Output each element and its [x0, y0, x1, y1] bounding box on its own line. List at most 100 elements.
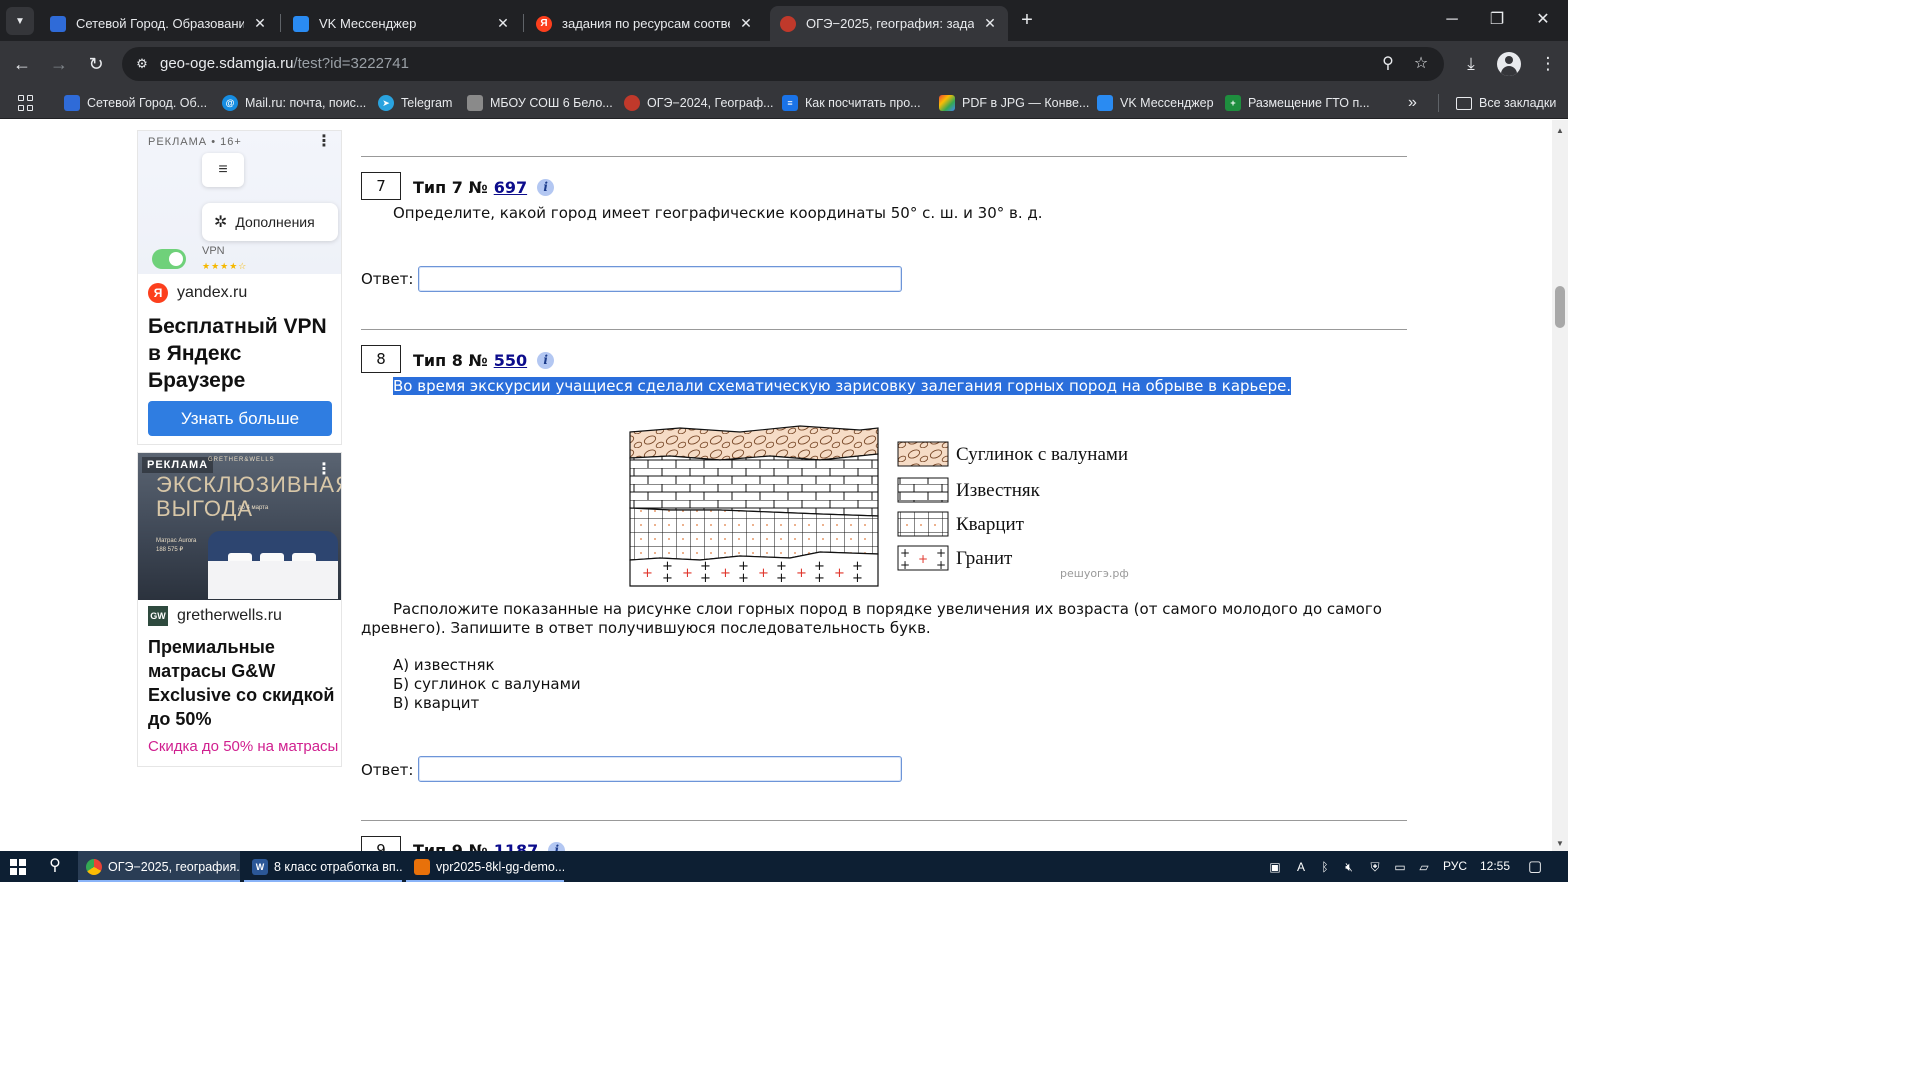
- more-bookmarks-button[interactable]: »: [1408, 93, 1417, 113]
- selected-text: Во время экскурсии учащиеся сделали схем…: [393, 377, 1292, 395]
- new-tab-button[interactable]: +: [1016, 10, 1038, 30]
- close-icon[interactable]: ✕: [738, 15, 754, 32]
- ad-image-subtitle: до 4 марта: [238, 505, 269, 511]
- bookmark-label: PDF в JPG — Конве...: [962, 96, 1090, 110]
- ad-image-brand: GRETHER&WELLS: [208, 457, 275, 463]
- gw-logo-icon: GW: [148, 606, 168, 626]
- taskbar-label: vpr2025-8kl-gg-demo...: [436, 859, 564, 874]
- info-icon[interactable]: i: [537, 179, 555, 196]
- info-icon[interactable]: i: [548, 842, 566, 851]
- close-icon[interactable]: ✕: [252, 15, 268, 32]
- tray-font-icon[interactable]: A: [1292, 858, 1310, 876]
- bookmark-label: Размещение ГТО п...: [1248, 96, 1370, 110]
- bookmark-telegram[interactable]: ➤ Telegram: [378, 93, 452, 113]
- clock-time[interactable]: 12:55: [1480, 859, 1510, 873]
- svg-text:+: +: [738, 571, 749, 586]
- answer-label: Ответ:: [361, 761, 414, 779]
- network-icon[interactable]: ▱: [1415, 858, 1433, 876]
- input-language[interactable]: РУС: [1443, 859, 1467, 873]
- reload-button[interactable]: ↻: [84, 52, 108, 76]
- ad-gretherwells[interactable]: РЕКЛАМА GRETHER&WELLS ЭКСКЛЮЗИВНАЯ ВЫГОД…: [137, 452, 342, 767]
- bookmark-label: ОГЭ−2024, Географ...: [647, 96, 774, 110]
- info-icon[interactable]: i: [537, 352, 555, 369]
- search-icon[interactable]: ⚲: [44, 855, 66, 877]
- battery-icon[interactable]: ▭: [1391, 858, 1409, 876]
- ad-image-price: Матрас Aurora 188 575 ₽: [156, 538, 197, 553]
- bookmark-calculate[interactable]: ≡ Как посчитать про...: [782, 93, 921, 113]
- bookmark-vk-messenger[interactable]: VK Мессенджер: [1097, 93, 1214, 113]
- ad-cta-button[interactable]: Узнать больше: [148, 401, 332, 436]
- apps-grid-icon[interactable]: [18, 95, 34, 111]
- bluetooth-icon[interactable]: ᛒ: [1316, 858, 1334, 876]
- tab-vk-messenger[interactable]: VK Мессенджер ✕: [283, 6, 521, 41]
- bookmark-mail-ru[interactable]: @ Mail.ru: почта, поис...: [222, 93, 366, 113]
- address-bar[interactable]: ⚙ geo-oge.sdamgia.ru/test?id=3222741 ⚲ ☆: [122, 47, 1444, 81]
- scroll-up-icon[interactable]: ▲: [1552, 126, 1568, 135]
- windows-taskbar: ⚲ ОГЭ−2025, география... W 8 класс отраб…: [0, 851, 1568, 882]
- ad-options-icon[interactable]: ⋮: [316, 462, 332, 478]
- tray-app-icon[interactable]: ▣: [1266, 858, 1284, 876]
- ad-yandex-vpn[interactable]: РЕКЛАМА • 16+ ≡ ✲ Дополнения VPN ★★★★☆ ⋮ …: [137, 130, 342, 445]
- folder-icon: [1456, 96, 1472, 110]
- taskbar-item-word[interactable]: W 8 класс отработка вп...: [244, 851, 402, 882]
- taskbar-label: 8 класс отработка вп...: [274, 859, 402, 874]
- zoom-icon[interactable]: ⚲: [1378, 54, 1398, 74]
- download-icon[interactable]: ⤓: [1460, 53, 1482, 75]
- scrollbar-thumb[interactable]: [1555, 286, 1565, 328]
- forward-button[interactable]: →: [47, 52, 71, 76]
- answer-field[interactable]: [418, 756, 902, 782]
- volume-muted-icon[interactable]: 🔇︎: [1340, 858, 1358, 876]
- close-window-button[interactable]: ✕: [1528, 8, 1558, 32]
- ad-tagline: Скидка до 50% на матрасы: [148, 738, 338, 755]
- telegram-icon: ➤: [378, 95, 394, 111]
- site-info-icon[interactable]: ⚙: [134, 56, 150, 72]
- tab-search-menu-button[interactable]: ▼: [6, 7, 34, 35]
- question-text: Во время экскурсии учащиеся сделали схем…: [393, 377, 1292, 396]
- ad-options-icon[interactable]: ⋮: [316, 134, 332, 150]
- minimize-window-button[interactable]: ─: [1437, 8, 1467, 32]
- question-id-link[interactable]: 697: [494, 178, 527, 197]
- bookmark-label: Telegram: [401, 96, 453, 110]
- setevoy-gorod-favicon-icon: [50, 15, 66, 32]
- taskbar-item-chrome[interactable]: ОГЭ−2025, география...: [78, 851, 240, 882]
- puzzle-icon: ✲: [214, 214, 228, 231]
- bookmark-school[interactable]: МБОУ СОШ 6 Бело...: [467, 93, 613, 113]
- security-icon[interactable]: ⛨: [1366, 858, 1384, 876]
- tab-oge-geography[interactable]: ОГЭ−2025, география: задания ✕: [770, 6, 1008, 41]
- page-scrollbar[interactable]: ▲ ▼: [1552, 120, 1568, 851]
- hamburger-menu-icon: ≡: [202, 153, 244, 187]
- notifications-icon[interactable]: ▢: [1526, 858, 1544, 876]
- bookmark-gto[interactable]: + Размещение ГТО п...: [1225, 93, 1370, 113]
- scroll-down-icon[interactable]: ▼: [1552, 839, 1568, 848]
- legend-swatch-quartzite: [897, 511, 949, 537]
- bookmark-pdf-jpg[interactable]: PDF в JPG — Конве...: [939, 93, 1089, 113]
- all-bookmarks-button[interactable]: Все закладки: [1456, 93, 1556, 113]
- taskbar-item-pdf[interactable]: vpr2025-8kl-gg-demo...: [406, 851, 564, 882]
- tab-yandex-search[interactable]: Я задания по ресурсам соответс ✕: [526, 6, 764, 41]
- ad-image: РЕКЛАМА GRETHER&WELLS ЭКСКЛЮЗИВНАЯ ВЫГОД…: [138, 453, 341, 600]
- ad-headline: Премиальные матрасы G&W Exclusive со ски…: [148, 637, 335, 729]
- close-icon[interactable]: ✕: [495, 15, 511, 32]
- url-text: geo-oge.sdamgia.ru/test?id=3222741: [160, 55, 409, 72]
- svg-text:+: +: [776, 571, 787, 586]
- school-building-icon: [467, 95, 483, 111]
- question-id-link[interactable]: 550: [494, 351, 527, 370]
- bookmark-oge-2024[interactable]: ОГЭ−2024, Географ...: [624, 93, 774, 113]
- bookmark-star-icon[interactable]: ☆: [1411, 54, 1431, 74]
- svg-text:+: +: [662, 571, 673, 586]
- svg-text:+: +: [852, 571, 863, 586]
- question-id-link[interactable]: 1187: [494, 841, 539, 851]
- profile-avatar-icon[interactable]: [1497, 52, 1521, 76]
- browser-menu-icon[interactable]: ⋮: [1537, 53, 1559, 75]
- taskbar-label: ОГЭ−2025, география...: [108, 859, 240, 874]
- tab-setevoy-gorod[interactable]: Сетевой Город. Образование. ✕: [40, 6, 278, 41]
- svg-text:+: +: [642, 566, 653, 581]
- bookmark-setevoy-gorod[interactable]: Сетевой Город. Об...: [64, 93, 207, 113]
- back-button[interactable]: ←: [10, 52, 34, 76]
- sdamgia-favicon-icon: [780, 15, 796, 32]
- restore-window-button[interactable]: ❐: [1482, 8, 1512, 32]
- tab-title: VK Мессенджер: [319, 16, 417, 31]
- answer-field[interactable]: [418, 266, 902, 292]
- close-icon[interactable]: ✕: [982, 15, 998, 32]
- windows-start-icon[interactable]: [10, 859, 26, 875]
